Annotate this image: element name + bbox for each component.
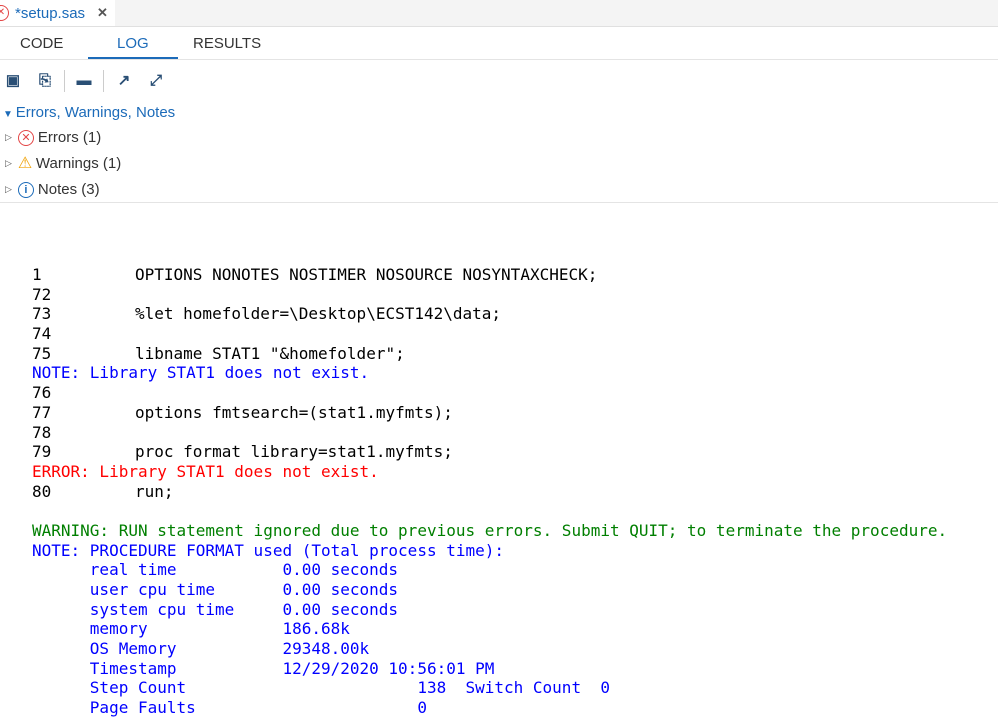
file-tab-bar: ✕ *setup.sas ✕	[0, 0, 998, 27]
log-text: WARNING: RUN statement ignored due to pr…	[32, 520, 948, 540]
file-tab-title: *setup.sas	[15, 4, 86, 22]
line-number: 73	[32, 304, 52, 324]
log-line-code: 80 run;	[32, 482, 947, 502]
warning-icon: ⚠	[17, 154, 33, 172]
download-log-icon[interactable]: ⎘	[36, 72, 54, 90]
tab-log[interactable]: LOG	[117, 35, 149, 52]
log-text: Page Faults 0	[32, 698, 427, 718]
tree-item-label: Notes (3)	[37, 181, 100, 198]
info-icon: i	[17, 181, 34, 198]
tab-code[interactable]: CODE	[20, 35, 63, 52]
log-line-note: OS Memory 29348.00k	[32, 639, 947, 659]
log-text: libname STAT1 "&homefolder";	[135, 343, 405, 363]
tree-item-notes[interactable]: ▷ i Notes (3)	[5, 181, 100, 198]
pop-out-icon[interactable]: ↗	[115, 72, 133, 90]
log-text: %let homefolder=\Desktop\ECST142\data;	[135, 304, 502, 324]
line-number: 75	[32, 343, 52, 363]
log-line-code: 79 proc format library=stat1.myfmts;	[32, 442, 947, 462]
line-number: 72	[32, 284, 52, 304]
print-icon[interactable]: ▬	[75, 72, 93, 90]
log-line-code: 1 OPTIONS NONOTES NOSTIMER NOSOURCE NOSYN…	[32, 265, 947, 285]
error-icon: ✕	[17, 129, 34, 146]
log-line-code: 77 options fmtsearch=(stat1.myfmts);	[32, 403, 947, 423]
expand-icon[interactable]: ▷	[5, 158, 12, 169]
log-line-note: system cpu time 0.00 seconds	[32, 600, 947, 620]
line-number: 1	[32, 265, 42, 284]
close-tab-button[interactable]: ✕	[97, 5, 108, 21]
log-line-note: NOTE: PROCEDURE FORMAT used (Total proce…	[32, 541, 947, 561]
error-icon: ✕	[0, 5, 9, 21]
toolbar-divider	[64, 70, 65, 92]
log-line-code: 74	[32, 324, 947, 344]
active-tab-indicator	[88, 57, 178, 59]
log-text: Timestamp 12/29/2020 10:56:01 PM	[32, 658, 495, 678]
file-tab[interactable]: ✕ *setup.sas ✕	[0, 0, 115, 26]
log-line-note: user cpu time 0.00 seconds	[32, 580, 947, 600]
line-number: 79	[32, 442, 52, 462]
log-line-error: ERROR: Library STAT1 does not exist.	[32, 462, 947, 482]
log-output: 1 OPTIONS NONOTES NOSTIMER NOSOURCE NOSYN…	[32, 265, 947, 718]
log-text: system cpu time 0.00 seconds	[32, 599, 399, 619]
log-text: Step Count 138 Switch Count 0	[32, 678, 610, 698]
log-text: NOTE: PROCEDURE FORMAT used (Total proce…	[32, 540, 505, 560]
expand-icon[interactable]: ▷	[5, 184, 12, 195]
toolbar-divider	[103, 70, 104, 92]
log-text: NOTE: Library STAT1 does not exist.	[32, 363, 370, 383]
log-line-note: Step Count 138 Switch Count 0	[32, 678, 947, 698]
log-line-note: Timestamp 12/29/2020 10:56:01 PM	[32, 659, 947, 679]
log-line-code: 73 %let homefolder=\Desktop\ECST142\data;	[32, 304, 947, 324]
summary-header[interactable]: ▼ Errors, Warnings, Notes	[3, 104, 175, 121]
tree-item-errors[interactable]: ▷ ✕ Errors (1)	[5, 129, 101, 146]
tree-item-warnings[interactable]: ▷ ⚠ Warnings (1)	[5, 155, 121, 172]
line-number: 78	[32, 422, 52, 442]
log-line-code: 76	[32, 383, 947, 403]
summary-header-label: Errors, Warnings, Notes	[15, 104, 176, 121]
log-text: memory 186.68k	[32, 619, 350, 639]
log-line-note: Page Faults 0	[32, 698, 947, 718]
tab-results[interactable]: RESULTS	[193, 35, 261, 52]
log-line-note: real time 0.00 seconds	[32, 560, 947, 580]
line-number: 80	[32, 481, 52, 501]
log-text: proc format library=stat1.myfmts;	[135, 442, 453, 462]
log-line-note: memory 186.68k	[32, 619, 947, 639]
log-text: options fmtsearch=(stat1.myfmts);	[135, 402, 453, 422]
log-text: OPTIONS NONOTES NOSTIMER NOSOURCE NOSYNT…	[135, 265, 598, 284]
log-line-blank	[32, 501, 947, 521]
log-line-code: 75 libname STAT1 "&homefolder";	[32, 344, 947, 364]
maximize-icon[interactable]: ⤢	[147, 72, 165, 90]
log-text: run;	[135, 481, 174, 501]
expand-icon[interactable]: ▷	[5, 132, 12, 143]
line-number: 76	[32, 383, 52, 403]
log-toolbar: ▣ ⎘ ▬ ↗ ⤢	[0, 60, 998, 100]
log-text: user cpu time 0.00 seconds	[32, 580, 399, 599]
log-line-note: NOTE: Library STAT1 does not exist.	[32, 363, 947, 383]
line-number: 74	[32, 324, 52, 344]
log-text: OS Memory 29348.00k	[32, 639, 370, 659]
log-text: real time 0.00 seconds	[32, 560, 399, 580]
divider	[0, 202, 998, 203]
view-tabs: CODE LOG RESULTS	[0, 27, 998, 60]
log-line-warning: WARNING: RUN statement ignored due to pr…	[32, 521, 947, 541]
log-text: ERROR: Library STAT1 does not exist.	[32, 461, 379, 481]
line-number: 77	[32, 402, 52, 422]
tree-item-label: Warnings (1)	[35, 155, 122, 172]
log-line-code: 78	[32, 423, 947, 443]
tree-item-label: Errors (1)	[37, 129, 102, 146]
log-line-code: 72	[32, 285, 947, 305]
save-log-icon[interactable]: ▣	[4, 72, 22, 90]
